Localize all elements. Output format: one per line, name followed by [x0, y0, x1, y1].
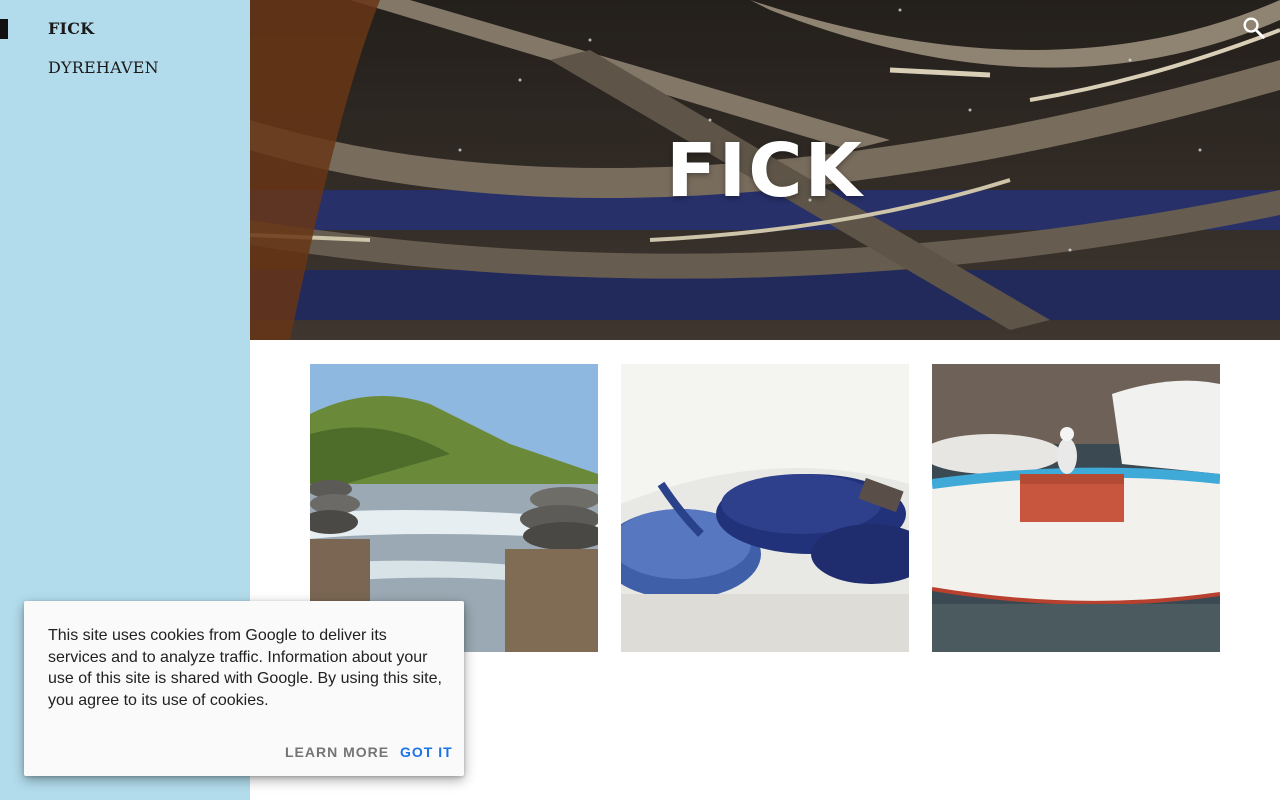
- sidebar-item-dyrehaven[interactable]: DYREHAVEN: [48, 58, 159, 77]
- sidebar-item-fick[interactable]: FICK: [48, 19, 94, 38]
- flip-flops-in-sand-photo: [621, 364, 909, 652]
- learn-more-button[interactable]: LEARN MORE: [285, 744, 389, 760]
- boats-with-seagull-photo: [932, 364, 1220, 652]
- hero-banner: FICK: [250, 0, 1280, 340]
- got-it-button[interactable]: GOT IT: [400, 744, 453, 760]
- cookie-message: This site uses cookies from Google to de…: [48, 627, 442, 709]
- gallery-photo-flipflops[interactable]: [621, 364, 909, 652]
- cookie-banner: This site uses cookies from Google to de…: [24, 601, 464, 776]
- page-title: FICK: [666, 128, 864, 214]
- gallery-photo-boats[interactable]: [932, 364, 1220, 652]
- active-nav-indicator: [0, 19, 8, 39]
- search-button[interactable]: [1240, 14, 1268, 42]
- search-icon: [1243, 17, 1265, 39]
